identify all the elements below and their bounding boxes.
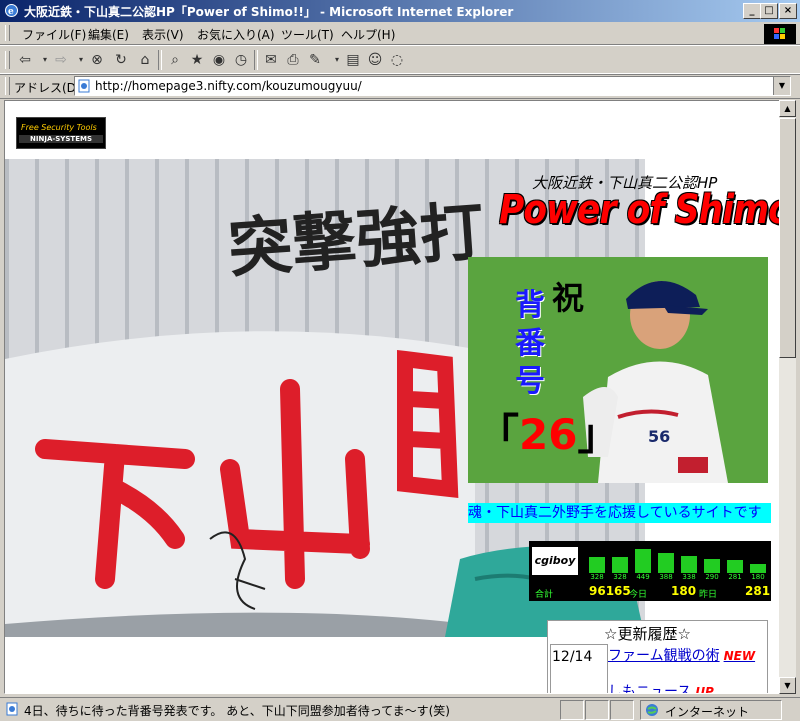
search-icon[interactable]: ⌕ — [164, 49, 186, 71]
uniform-number: 「26」 — [477, 410, 620, 459]
page-status-icon — [6, 702, 18, 716]
menu-favorites[interactable]: お気に入り(A) — [197, 26, 275, 43]
windows-logo-icon — [764, 24, 796, 44]
address-url[interactable]: http://homepage3.nifty.com/kouzumougyuu/ — [95, 79, 362, 93]
menu-tools[interactable]: ツール(T) — [281, 26, 334, 43]
status-text: 4日、待ちに待った背番号発表です。 あと、下山下同盟参加者待ってま～す(笑) — [24, 704, 450, 718]
counter-count: 281 — [728, 573, 742, 581]
history-link-news[interactable]: しもニュース UP — [608, 681, 714, 694]
messenger-icon[interactable]: ☺ — [364, 49, 386, 71]
toolbar-grip — [5, 51, 10, 69]
favorites-icon[interactable]: ★ — [186, 49, 208, 71]
related-icon[interactable]: ◌ — [386, 49, 408, 71]
toolbar-separator — [158, 50, 162, 70]
ninja-tools-logo[interactable]: Free Security Tools NINJA-SYSTEMS — [16, 117, 106, 149]
counter-yesterday: 281 — [745, 584, 771, 598]
maximize-button[interactable]: □ — [760, 3, 778, 19]
update-history: ☆更新履歴☆ 12/14 ファーム観戦の術 NEW しもニュース UP — [547, 620, 768, 694]
back-icon[interactable]: ⇦ — [14, 49, 36, 71]
window-titlebar[interactable]: e 大阪近鉄・下山真二公認HP「Power of Shimo!!」 - Micr… — [0, 0, 800, 22]
counter-today: 180 — [671, 584, 697, 598]
status-zone-panel: インターネット — [640, 700, 782, 720]
counter-count: 290 — [705, 573, 719, 581]
uniform-number-value: 26 — [519, 410, 578, 459]
counter-bar — [658, 553, 674, 573]
up-badge: UP — [695, 685, 714, 694]
scroll-thumb[interactable] — [779, 118, 796, 358]
address-label: アドレス(D) — [14, 81, 81, 95]
status-zone: インターネット — [665, 705, 750, 719]
forward-icon[interactable]: ⇨ — [50, 49, 72, 71]
access-counter[interactable]: cgiboy 328 328 449 388 338 290 281 180 合… — [529, 541, 771, 601]
counter-count: 180 — [751, 573, 765, 581]
vertical-scrollbar[interactable]: ▲ ▼ — [779, 100, 796, 694]
welcome-marquee: 魂・下山真二外野手を応援しているサイトです — [468, 503, 771, 523]
ninja-line1: Free Security Tools — [21, 123, 97, 132]
menu-file[interactable]: ファイル(F) — [22, 26, 86, 43]
page-icon — [78, 79, 90, 93]
counter-yesterday-label: 昨日 — [699, 590, 718, 600]
menu-grip — [5, 25, 10, 41]
edit-icon[interactable]: ✎ — [304, 49, 326, 71]
history-date: 12/14 — [552, 649, 593, 665]
history-header: ☆更新履歴☆ — [604, 625, 691, 643]
discuss-icon[interactable]: ▤ — [342, 49, 364, 71]
counter-bar — [635, 549, 651, 573]
address-input[interactable]: http://homepage3.nifty.com/kouzumougyuu/… — [74, 76, 791, 96]
stop-icon[interactable]: ⊗ — [86, 49, 108, 71]
address-bar: アドレス(D) http://homepage3.nifty.com/kouzu… — [0, 73, 800, 99]
media-icon[interactable]: ◉ — [208, 49, 230, 71]
status-bar: 4日、待ちに待った背番号発表です。 あと、下山下同盟参加者待ってま～す(笑) イ… — [0, 697, 800, 721]
menu-help[interactable]: ヘルプ(H) — [341, 26, 395, 43]
home-icon[interactable]: ⌂ — [134, 49, 156, 71]
standard-toolbar: ⇦ ▾ ⇨ ▾ ⊗ ↻ ⌂ ⌕ ★ ◉ ◷ ✉ ⎙ ✎ ▾ ▤ ☺ ◌ — [0, 45, 800, 75]
history-icon[interactable]: ◷ — [230, 49, 252, 71]
counter-bar — [589, 557, 605, 573]
status-panel — [585, 700, 609, 720]
status-panel — [560, 700, 584, 720]
print-icon[interactable]: ⎙ — [282, 49, 304, 71]
new-badge: NEW — [723, 649, 756, 663]
counter-bar — [612, 557, 628, 573]
mail-icon[interactable]: ✉ — [260, 49, 282, 71]
counter-count: 388 — [659, 573, 673, 581]
page-viewport[interactable]: Free Security Tools NINJA-SYSTEMS 突撃強打 大… — [4, 100, 780, 694]
counter-bar — [704, 559, 720, 573]
counter-total-label: 合計 — [535, 590, 554, 600]
menu-view[interactable]: 表示(V) — [142, 26, 184, 43]
status-panel — [610, 700, 634, 720]
counter-today-label: 今日 — [629, 590, 648, 600]
counter-bar — [750, 564, 766, 573]
refresh-icon[interactable]: ↻ — [110, 49, 132, 71]
address-dropdown-icon[interactable]: ▼ — [773, 77, 790, 95]
svg-text:56: 56 — [648, 427, 670, 446]
ie-icon: e — [5, 4, 18, 17]
close-button[interactable]: × — [779, 3, 797, 19]
history-link-news-label[interactable]: しもニュース — [608, 684, 691, 693]
uniform-number-label: 背番号 — [515, 288, 545, 399]
counter-count: 449 — [636, 573, 650, 581]
globe-icon — [646, 704, 658, 716]
scroll-down-icon[interactable]: ▼ — [779, 677, 796, 694]
ninja-line2: NINJA-SYSTEMS — [19, 135, 103, 143]
counter-logo[interactable]: cgiboy — [532, 547, 578, 575]
menu-edit[interactable]: 編集(E) — [88, 26, 129, 43]
history-link-farm-label[interactable]: ファーム観戦の術 — [608, 648, 720, 664]
address-grip — [5, 77, 10, 95]
counter-count: 338 — [682, 573, 696, 581]
svg-text:e: e — [8, 7, 14, 17]
scroll-up-icon[interactable]: ▲ — [779, 100, 796, 117]
minimize-button[interactable]: _ — [743, 3, 761, 19]
counter-bar — [681, 556, 697, 573]
toolbar-separator — [254, 50, 258, 70]
site-title: Power of Shimo!! — [499, 187, 779, 233]
menu-bar: ファイル(F) 編集(E) 表示(V) お気に入り(A) ツール(T) ヘルプ(… — [0, 22, 800, 45]
window-title: 大阪近鉄・下山真二公認HP「Power of Shimo!!」 - Micros… — [24, 5, 514, 19]
counter-total: 96165 — [589, 584, 631, 598]
counter-count: 328 — [613, 573, 627, 581]
celebration-text: 祝 — [552, 279, 585, 317]
counter-count: 328 — [590, 573, 604, 581]
history-link-farm[interactable]: ファーム観戦の術 NEW — [608, 645, 755, 665]
counter-bar — [727, 560, 743, 573]
